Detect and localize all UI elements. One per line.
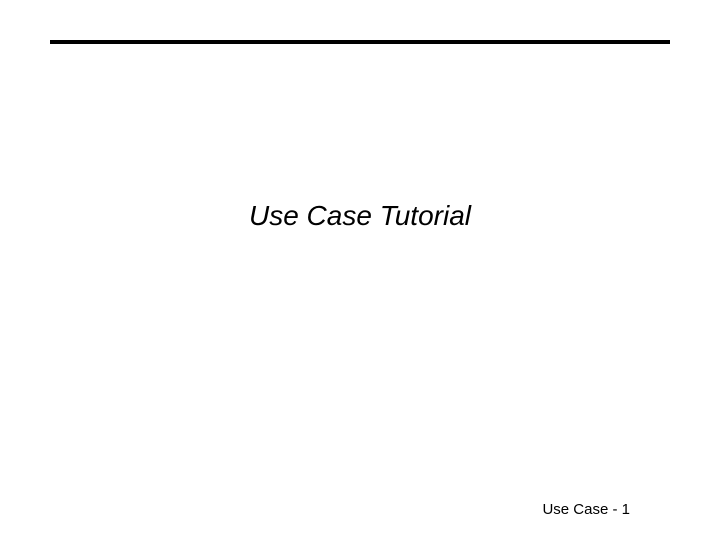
slide-footer: Use Case - 1 xyxy=(542,501,630,518)
slide-title: Use Case Tutorial xyxy=(0,200,720,232)
horizontal-divider xyxy=(50,40,670,44)
